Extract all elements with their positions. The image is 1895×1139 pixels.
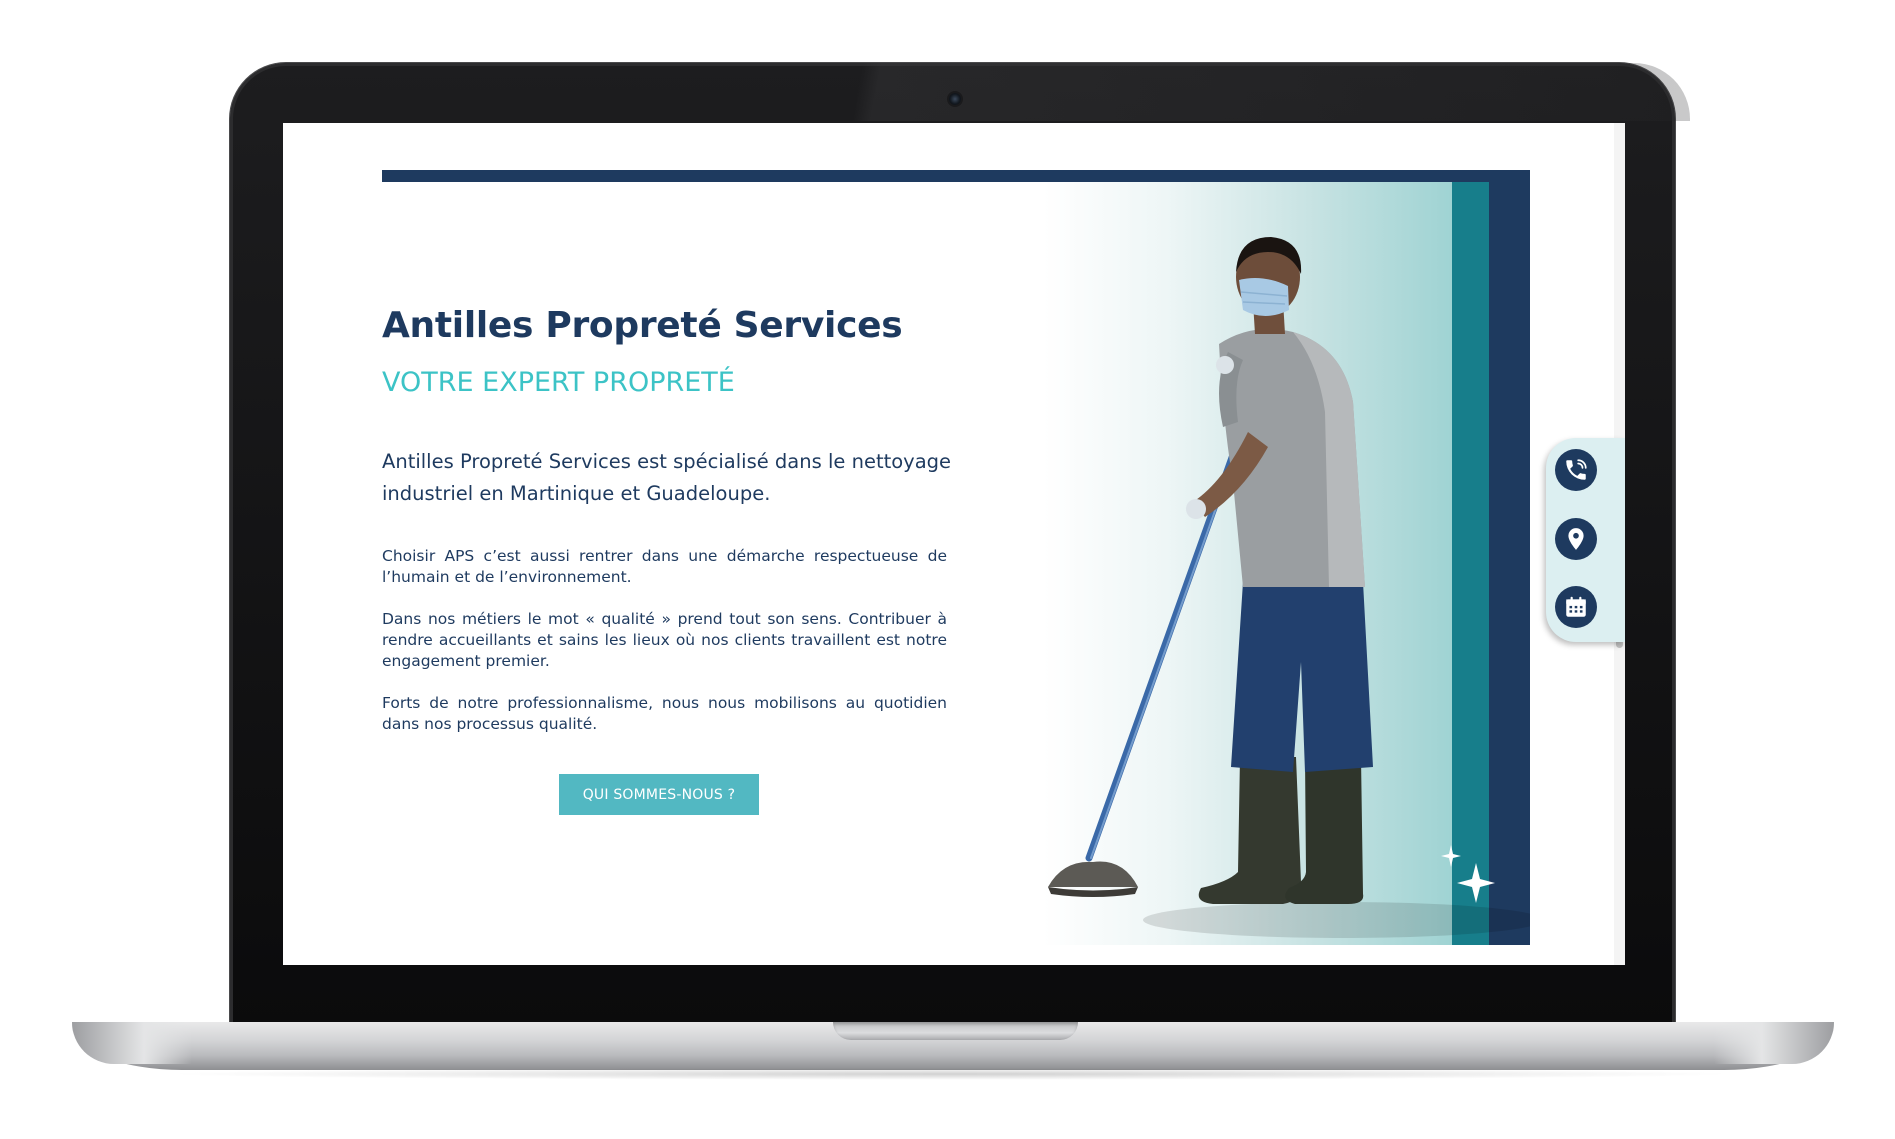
calendar-icon — [1566, 596, 1586, 617]
bezel-reflection — [790, 63, 1690, 121]
contact-dock — [1546, 438, 1625, 642]
laptop-shadow — [160, 1068, 1740, 1080]
about-us-button[interactable]: QUI SOMMES-NOUS ? — [559, 774, 759, 815]
location-pin-icon — [1568, 528, 1584, 550]
top-accent-bar — [382, 170, 1530, 182]
calendar-button[interactable] — [1555, 586, 1597, 628]
location-button[interactable] — [1555, 518, 1597, 560]
phone-button[interactable] — [1555, 449, 1597, 491]
page-title: Antilles Propreté Services — [382, 305, 903, 346]
intro-paragraph: Forts de notre professionnalisme, nous n… — [382, 694, 947, 733]
phone-icon — [1566, 459, 1587, 480]
worker-mopping-photo — [1048, 237, 1530, 938]
page-subtitle: VOTRE EXPERT PROPRETÉ — [382, 367, 735, 398]
sparkle-icon — [1441, 845, 1495, 903]
intro-lead: Antilles Propreté Services est spécialis… — [382, 450, 952, 505]
laptop-hinge-notch — [833, 1022, 1078, 1040]
laptop-screen: Antilles Propreté Services VOTRE EXPERT … — [283, 123, 1625, 965]
base-edge-right — [1714, 1022, 1834, 1064]
base-edge-left — [72, 1022, 192, 1064]
intro-paragraph: Choisir APS c’est aussi rentrer dans une… — [382, 547, 947, 586]
webcam-icon — [949, 93, 961, 105]
intro-paragraph: Dans nos métiers le mot « qualité » pren… — [382, 610, 947, 670]
